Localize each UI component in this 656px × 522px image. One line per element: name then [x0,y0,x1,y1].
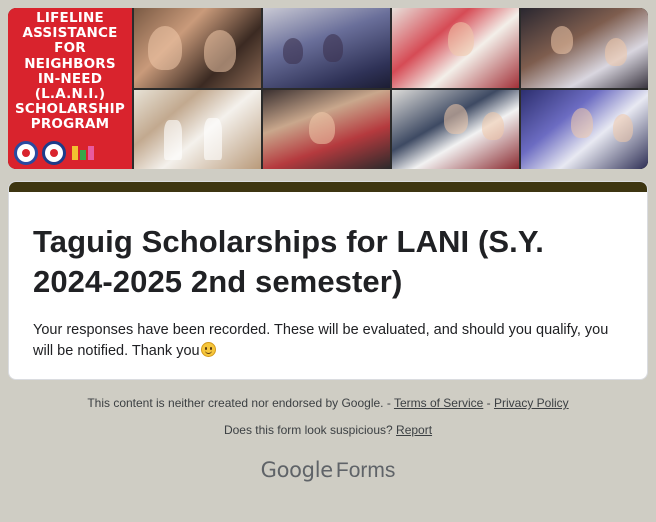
form-accent-bar [9,182,647,192]
report-line: Does this form look suspicious? Report [0,423,656,437]
footer-separator: - [483,396,494,410]
banner-photo [134,8,261,88]
lani-program-panel: LIFELINE ASSISTANCE FOR NEIGHBORS IN-NEE… [8,8,132,169]
forms-wordmark: Forms [335,459,396,482]
smiling-face-icon [200,342,216,357]
banner-photo-collage [132,8,648,169]
terms-of-service-link[interactable]: Terms of Service [394,396,483,410]
banner-photo [263,8,390,88]
form-title: Taguig Scholarships for LANI (S.Y. 2024-… [33,224,544,299]
form-footer: This content is neither created nor endo… [0,396,656,437]
suspicious-text: Does this form look suspicious? [223,423,393,437]
banner-photo [134,89,261,169]
footer-separator: - [383,396,394,410]
disclaimer-line: This content is neither created nor endo… [0,396,656,410]
banner-photo [521,89,648,169]
report-link[interactable]: Report [396,423,432,437]
banner-photo [392,89,519,169]
taguig-seal-icon [14,141,38,165]
banner-logos [14,141,94,165]
privacy-policy-link[interactable]: Privacy Policy [494,396,569,410]
lani-program-title: LIFELINE ASSISTANCE FOR NEIGHBORS IN-NEE… [15,10,125,133]
confirmation-card: Taguig Scholarships for LANI (S.Y. 2024-… [8,181,648,380]
disclaimer-text: This content is neither created nor endo… [87,396,384,410]
confirmation-message-text: Your responses have been recorded. These… [33,322,609,359]
confirmation-card-body: Taguig Scholarships for LANI (S.Y. 2024-… [9,192,647,362]
confirmation-message: Your responses have been recorded. These… [33,320,623,362]
banner-photo [263,89,390,169]
banner-photo [521,8,648,88]
google-wordmark: Google [260,458,334,482]
header-banner-image: LIFELINE ASSISTANCE FOR NEIGHBORS IN-NEE… [8,8,648,169]
city-seal-icon [42,141,66,165]
google-forms-logo[interactable]: Google Forms [0,457,656,483]
banner-photo [392,8,519,88]
program-logo-icon [72,146,94,160]
